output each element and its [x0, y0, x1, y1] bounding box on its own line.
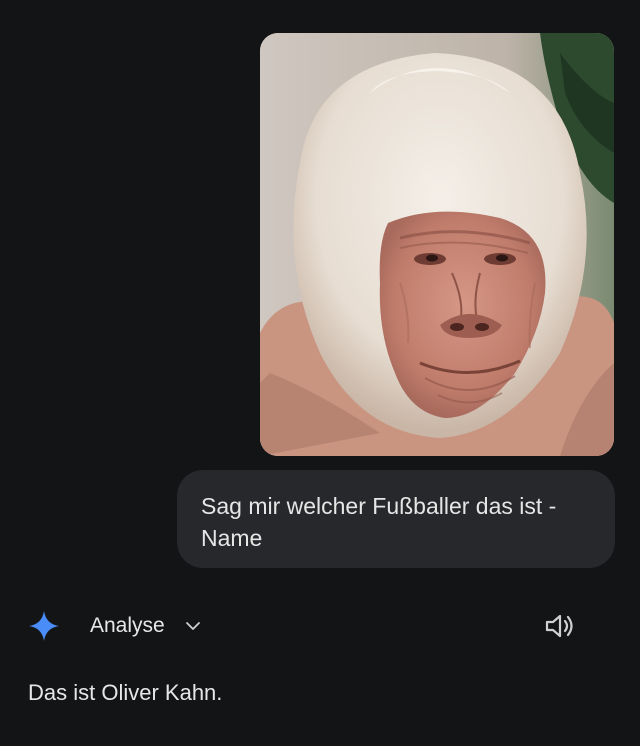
- assistant-answer: Das ist Oliver Kahn.: [28, 680, 223, 705]
- analyse-mode-toggle[interactable]: Analyse: [90, 608, 201, 644]
- user-message-bubble: Sag mir welcher Fußballer das ist - Name: [177, 470, 615, 568]
- user-message-text: Sag mir welcher Fußballer das ist - Name: [201, 493, 557, 551]
- attached-image[interactable]: [260, 33, 614, 456]
- analyse-label: Analyse: [90, 614, 165, 637]
- speaker-icon[interactable]: [544, 610, 578, 642]
- chevron-down-icon: [185, 622, 200, 630]
- albino-gorilla-photo: [260, 33, 614, 456]
- sparkle-icon: [29, 611, 59, 641]
- chat-screen: Sag mir welcher Fußballer das ist - Name…: [0, 0, 640, 746]
- response-header: Analyse: [28, 608, 588, 644]
